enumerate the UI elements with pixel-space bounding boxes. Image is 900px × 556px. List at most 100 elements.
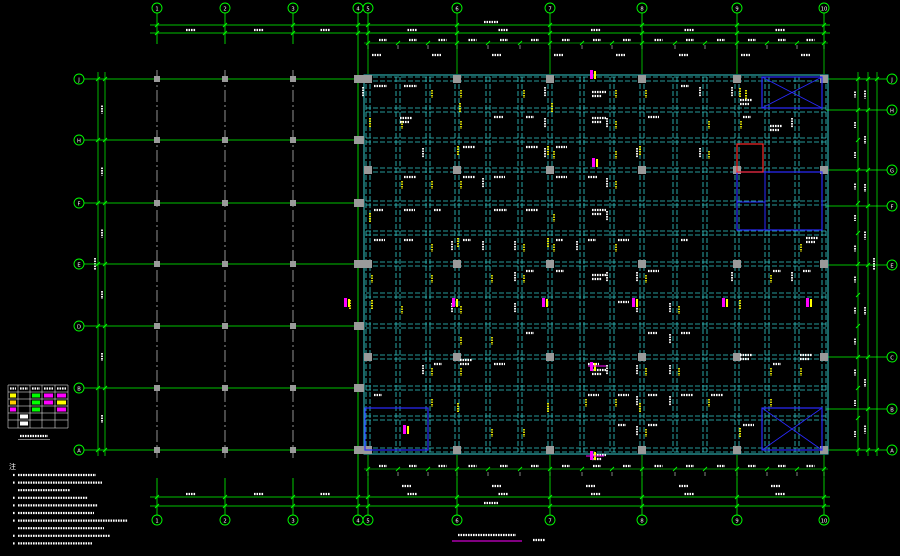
- column: [222, 385, 228, 391]
- stair-opening: [364, 407, 429, 451]
- column: [154, 323, 160, 329]
- axis-label: G: [890, 168, 894, 174]
- axis-bubble-left-H: H: [73, 134, 85, 146]
- axis-bubble-left-F: F: [73, 197, 85, 209]
- axis-label: D: [77, 324, 81, 330]
- axis-bubble-right-A: A: [886, 444, 898, 456]
- axis-bubble-left-D: D: [73, 320, 85, 332]
- column: [354, 322, 364, 330]
- legend-cell-swatch: [57, 407, 66, 412]
- axis-bubble-right-C: C: [886, 351, 898, 363]
- column: [290, 323, 296, 329]
- axis-label: H: [77, 138, 81, 144]
- axis-label: 10: [821, 518, 828, 524]
- columns: [154, 75, 828, 454]
- column: [364, 260, 372, 268]
- axis-label: A: [890, 448, 894, 454]
- axis-label: 1: [155, 518, 158, 524]
- axis-label: E: [77, 262, 80, 268]
- axis-label: 6: [455, 6, 458, 12]
- tag-marker: [636, 299, 638, 307]
- legend-cell-swatch: [57, 393, 66, 398]
- axis-bubble-top-1: 1: [151, 2, 163, 14]
- column: [154, 447, 160, 453]
- tag-marker: [726, 299, 728, 307]
- axis-bubble-bottom-6: 6: [451, 514, 463, 526]
- axis-label: A: [77, 448, 81, 454]
- axis-grid-lines: [84, 13, 887, 515]
- column: [733, 446, 741, 454]
- column: [453, 166, 461, 174]
- legend-cell-swatch: [57, 400, 66, 405]
- tag-marker: [810, 299, 812, 307]
- axis-bubble-bottom-4: 4: [352, 514, 364, 526]
- column: [546, 446, 554, 454]
- tag-mark: [806, 298, 809, 307]
- column: [222, 200, 228, 206]
- axis-label: 7: [548, 518, 551, 524]
- legend-cell-swatch: [44, 400, 53, 405]
- column: [354, 446, 364, 454]
- column: [222, 137, 228, 143]
- column: [354, 199, 364, 207]
- column: [733, 75, 741, 83]
- cad-drawing-canvas[interactable]: 1 2 3 4 5 6 7 8 9 10 1 2 3 4 5 6 7 8 9 10 J H F E D B A J H G F E C B A 注: [0, 0, 900, 556]
- column: [453, 260, 461, 268]
- legend-table: [7, 384, 69, 440]
- tag-mark: [403, 425, 406, 434]
- column: [222, 261, 228, 267]
- column: [638, 166, 646, 174]
- column: [290, 76, 296, 82]
- axis-bubble-bottom-1: 1: [151, 514, 163, 526]
- axis-label: F: [891, 204, 894, 210]
- legend-cell-swatch: [44, 393, 53, 398]
- axis-bubble-bottom-2: 2: [219, 514, 231, 526]
- column: [453, 446, 461, 454]
- column: [820, 166, 828, 174]
- axis-label: 3: [291, 6, 294, 12]
- axis-bubble-top-10: 10: [818, 2, 830, 14]
- axis-label: E: [890, 263, 893, 269]
- axis-bubble-bottom-9: 9: [731, 514, 743, 526]
- axis-bubble-right-G: G: [886, 164, 898, 176]
- column: [638, 353, 646, 361]
- axis-label: 10: [821, 6, 828, 12]
- axis-bubble-left-E: E: [73, 258, 85, 270]
- tag-mark: [632, 298, 635, 307]
- tag-marker: [594, 71, 596, 79]
- axis-label: 9: [735, 518, 738, 524]
- notes-heading: 注: [9, 462, 16, 471]
- tag-marker: [596, 159, 598, 167]
- tag-marker: [407, 426, 409, 434]
- column: [820, 260, 828, 268]
- axis-bubble-top-2: 2: [219, 2, 231, 14]
- axis-label: 9: [735, 6, 738, 12]
- axis-bubble-right-B: B: [886, 403, 898, 415]
- column: [820, 75, 828, 83]
- beam-grid: [363, 74, 829, 455]
- axis-bubble-top-9: 9: [731, 2, 743, 14]
- tag-marker: [546, 299, 548, 307]
- column: [290, 137, 296, 143]
- column: [733, 260, 741, 268]
- axis-label: H: [890, 108, 894, 114]
- tag-mark: [452, 298, 455, 307]
- axis-label: 1: [155, 6, 158, 12]
- tag-mark: [592, 158, 595, 167]
- column: [290, 385, 296, 391]
- axis-bubble-left-B: B: [73, 382, 85, 394]
- axis-label: C: [890, 355, 894, 361]
- axis-bubble-top-7: 7: [544, 2, 556, 14]
- legend-cell-swatch: [32, 393, 40, 398]
- axis-bubble-bottom-3: 3: [287, 514, 299, 526]
- column: [546, 353, 554, 361]
- legend-cell-swatch: [10, 407, 16, 412]
- column: [154, 261, 160, 267]
- tag-mark: [344, 298, 347, 307]
- column: [354, 260, 364, 268]
- axis-bubble-top-6: 6: [451, 2, 463, 14]
- axis-bubble-top-5: 5: [362, 2, 374, 14]
- axis-bubble-top-3: 3: [287, 2, 299, 14]
- legend-cell-swatch: [10, 400, 16, 405]
- axis-bubble-right-H: H: [886, 104, 898, 116]
